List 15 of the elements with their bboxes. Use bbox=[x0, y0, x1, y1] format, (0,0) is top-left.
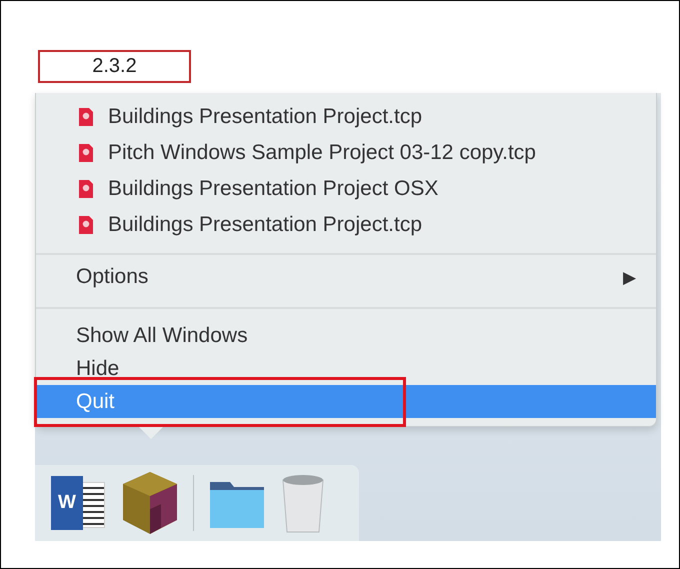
menu-item[interactable]: Buildings Presentation Project.tcp bbox=[36, 207, 656, 243]
menu-item[interactable]: Buildings Presentation Project OSX bbox=[36, 171, 656, 207]
figure-label: 2.3.2 bbox=[38, 50, 191, 83]
document-icon bbox=[78, 107, 94, 127]
menu-item[interactable]: Options ▶ bbox=[36, 255, 656, 297]
menu-pointer-icon bbox=[139, 427, 163, 439]
document-icon bbox=[78, 179, 94, 199]
menu-item[interactable]: Pitch Windows Sample Project 03-12 copy.tcp bbox=[36, 135, 656, 171]
submenu-arrow-icon: ▶ bbox=[623, 266, 636, 288]
menu-item[interactable]: Show All Windows bbox=[36, 319, 656, 352]
menu-item[interactable]: Buildings Presentation Project.tcp bbox=[36, 99, 656, 135]
menu-item[interactable]: Hide bbox=[36, 352, 656, 385]
document-icon bbox=[78, 215, 94, 235]
document-icon bbox=[78, 143, 94, 163]
cube-app-icon[interactable] bbox=[121, 470, 179, 536]
